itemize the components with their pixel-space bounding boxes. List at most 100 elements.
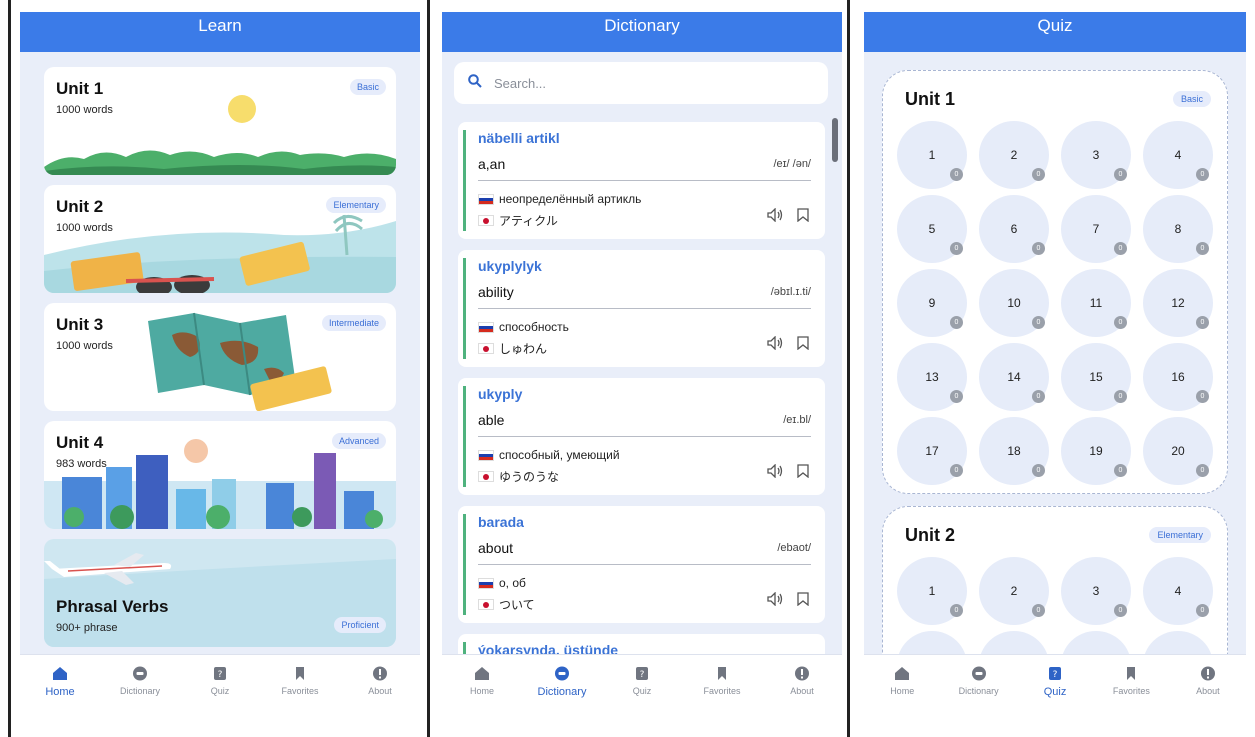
- quiz-item[interactable]: 20: [979, 121, 1049, 189]
- nav-home[interactable]: Home: [442, 655, 522, 712]
- scrollbar[interactable]: [832, 118, 838, 162]
- quiz-item[interactable]: 90: [897, 269, 967, 337]
- bookmark-icon[interactable]: [797, 464, 809, 483]
- search-box[interactable]: [454, 62, 828, 104]
- nav-label: Favorites: [281, 686, 319, 696]
- nav-label: Quiz: [210, 686, 230, 696]
- nav-home[interactable]: Home: [864, 655, 940, 712]
- quiz-item[interactable]: 40: [1143, 121, 1213, 189]
- word-card[interactable]: ukyply able /eɪ.bl/ способный, умеющий ゆ…: [458, 378, 825, 495]
- quiz-item[interactable]: 70: [1061, 195, 1131, 263]
- quiz-item[interactable]: 20: [979, 557, 1049, 625]
- divider: [427, 0, 430, 737]
- quiz-item[interactable]: 10: [897, 121, 967, 189]
- quiz-item[interactable]: 10 0: [979, 269, 1049, 337]
- unit-card-3[interactable]: Unit 3 1000 words Intermediate: [44, 303, 396, 411]
- nav-favorites[interactable]: Favorites: [260, 655, 340, 712]
- quiz-item[interactable]: 20 0: [1143, 417, 1213, 485]
- nav-label: Favorites: [1112, 686, 1150, 696]
- quiz-item-number: 4: [1174, 584, 1182, 598]
- level-badge: Basic: [1172, 91, 1211, 107]
- word-card[interactable]: barada about /ebaot/ о, об ついて: [458, 506, 825, 623]
- quiz-item[interactable]: 40: [1143, 557, 1213, 625]
- nav-label: Dictionary: [537, 686, 587, 698]
- russian-text: неопределённый артикль: [499, 192, 642, 206]
- unit-card-2[interactable]: Unit 2 1000 words Elementary: [44, 185, 396, 293]
- nav-dictionary[interactable]: Dictionary: [940, 655, 1016, 712]
- bookmark-icon[interactable]: [797, 208, 809, 227]
- nav-label: About: [790, 686, 814, 696]
- japanese-translation: ついて: [478, 596, 535, 613]
- russia-flag-icon: [478, 577, 494, 589]
- quiz-item[interactable]: 18 0: [979, 417, 1049, 485]
- nav-quiz[interactable]: ? Quiz: [1017, 655, 1093, 712]
- quiz-item-number: 7: [1092, 222, 1100, 236]
- quiz-item[interactable]: 80: [1143, 195, 1213, 263]
- bookmark-icon[interactable]: [797, 592, 809, 611]
- bottom-nav: Home Dictionary ? Quiz Favorites About: [442, 654, 842, 712]
- nav-dictionary[interactable]: Dictionary: [100, 655, 180, 712]
- russian-translation: о, об: [478, 576, 526, 590]
- unit-card-4[interactable]: Unit 4 983 words Advanced: [44, 421, 396, 529]
- japanese-text: アティクル: [499, 214, 558, 228]
- russia-flag-icon: [478, 449, 494, 461]
- favorites-icon: [291, 665, 309, 681]
- quiz-score-badge: 0: [1032, 604, 1045, 617]
- quiz-item[interactable]: 17 0: [897, 417, 967, 485]
- favorites-icon: [1122, 665, 1140, 681]
- nav-about[interactable]: About: [762, 655, 842, 712]
- russian-text: способный, умеющий: [499, 448, 620, 462]
- nav-about[interactable]: About: [1170, 655, 1246, 712]
- search-input[interactable]: [494, 75, 794, 91]
- quiz-item[interactable]: 14 0: [979, 343, 1049, 411]
- phrasal-verbs-card[interactable]: Phrasal Verbs 900+ phrase Proficient: [44, 539, 396, 647]
- english-word: ability: [478, 284, 514, 300]
- quiz-item[interactable]: 30: [1061, 121, 1131, 189]
- quiz-item[interactable]: 16 0: [1143, 343, 1213, 411]
- nav-quiz[interactable]: ? Quiz: [602, 655, 682, 712]
- quiz-grid: 1 0 2 0 3 0 4 0 5 0 6 0 7 0 8 0 9 0 10 0 11 0 12 0 13 0 14 0 15 0 16 0 1…: [897, 121, 1217, 485]
- quiz-item[interactable]: 60: [979, 195, 1049, 263]
- source-word: näbelli artikl: [478, 130, 560, 146]
- quiz-item[interactable]: 11 0: [1061, 269, 1131, 337]
- nav-label: Home: [469, 686, 494, 696]
- nav-favorites[interactable]: Favorites: [1093, 655, 1169, 712]
- nav-dictionary[interactable]: Dictionary: [522, 655, 602, 712]
- quiz-item[interactable]: 19 0: [1061, 417, 1131, 485]
- nav-quiz[interactable]: ? Quiz: [180, 655, 260, 712]
- nav-label: Home: [890, 686, 915, 696]
- quiz-item[interactable]: 15 0: [1061, 343, 1131, 411]
- quiz-item[interactable]: 13 0: [897, 343, 967, 411]
- quiz-screen: Quiz Unit 1 Basic 1 0 2 0 3 0 4 0 5 0 6 0 7 0 8 0 9 0 10 0 1…: [864, 12, 1246, 712]
- quiz-item-number: 1: [928, 584, 936, 598]
- russian-translation: способный, умеющий: [478, 448, 620, 462]
- speaker-icon[interactable]: [767, 207, 783, 227]
- nav-about[interactable]: About: [340, 655, 420, 712]
- speaker-icon[interactable]: [767, 463, 783, 483]
- japan-flag-icon: [478, 343, 494, 354]
- source-word: barada: [478, 514, 524, 530]
- about-icon: [793, 665, 811, 681]
- nav-home[interactable]: Home: [20, 655, 100, 712]
- nav-favorites[interactable]: Favorites: [682, 655, 762, 712]
- quiz-unit-1: Unit 1 Basic 1 0 2 0 3 0 4 0 5 0 6 0 7 0 8 0 9 0 10 0 11 0 12 0…: [882, 70, 1228, 494]
- quiz-item-number: 17: [925, 444, 939, 458]
- speaker-icon[interactable]: [767, 591, 783, 611]
- quiz-item[interactable]: 50: [897, 195, 967, 263]
- word-card[interactable]: ukyplylyk ability /əbɪl.ɪ.ti/ способност…: [458, 250, 825, 367]
- quiz-item-number: 14: [1007, 370, 1021, 384]
- speaker-icon[interactable]: [767, 335, 783, 355]
- japanese-translation: アティクル: [478, 212, 558, 229]
- quiz-item[interactable]: 30: [1061, 557, 1131, 625]
- russian-translation: неопределённый артикль: [478, 192, 641, 206]
- bookmark-icon[interactable]: [797, 336, 809, 355]
- unit-card-1[interactable]: Unit 1 1000 words Basic: [44, 67, 396, 175]
- unit-title: Unit 2: [56, 197, 104, 216]
- quiz-icon: ?: [211, 665, 229, 681]
- quiz-score-badge: 0: [1196, 168, 1209, 181]
- quiz-score-badge: 0: [1196, 316, 1209, 329]
- quiz-item[interactable]: 12 0: [1143, 269, 1213, 337]
- russian-text: способность: [499, 320, 569, 334]
- quiz-item[interactable]: 10: [897, 557, 967, 625]
- word-card[interactable]: näbelli artikl a,an /eɪ/ /ən/ неопределё…: [458, 122, 825, 239]
